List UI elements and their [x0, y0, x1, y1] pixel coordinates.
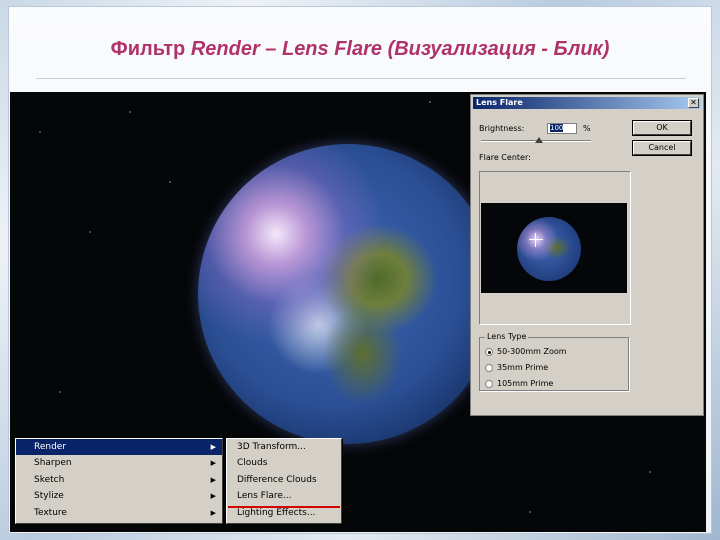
lens-type-label: Lens Type [485, 332, 529, 341]
brightness-input[interactable]: 100 [547, 123, 577, 134]
lens-option-35mm[interactable]: 35mm Prime [485, 363, 548, 372]
submenu-arrow-icon: ▶ [210, 492, 216, 501]
menu-item-stylize[interactable]: Stylize ▶ [16, 488, 222, 504]
menu-item-clouds[interactable]: Clouds [227, 455, 341, 471]
flare-center-label: Flare Center: [479, 153, 531, 162]
menu-item-sharpen[interactable]: Sharpen ▶ [16, 455, 222, 471]
lens-flare-highlight-underline [228, 506, 340, 508]
submenu-arrow-icon: ▶ [210, 459, 216, 468]
menu-item-label: Sketch [34, 474, 65, 485]
submenu-arrow-icon: ▶ [210, 443, 216, 451]
menu-item-lens-flare[interactable]: Lens Flare... [227, 488, 341, 504]
title-italic: Render – Lens Flare (Визуализация - Блик… [190, 38, 610, 60]
menu-item-label: Sharpen [34, 458, 72, 469]
brightness-label: Brightness: [479, 124, 525, 133]
menu-item-label: Texture [34, 507, 67, 518]
brightness-unit: % [583, 124, 591, 133]
page-title: Фильтр Render – Lens Flare (Визуализация… [0, 38, 720, 61]
cancel-button[interactable]: Cancel [633, 141, 691, 155]
submenu-arrow-icon: ▶ [210, 508, 216, 517]
lens-option-zoom[interactable]: 50-300mm Zoom [485, 347, 567, 356]
title-divider [36, 78, 686, 79]
lens-option-label: 35mm Prime [497, 363, 549, 372]
menu-item-3d-transform[interactable]: 3D Transform... [227, 439, 341, 455]
dialog-titlebar[interactable]: Lens Flare ✕ [473, 97, 701, 109]
earth-image [198, 144, 498, 444]
lens-flare-dialog: Lens Flare ✕ Brightness: 100 % Flare Cen… [470, 94, 704, 416]
radio-icon[interactable] [485, 379, 493, 388]
radio-selected-icon[interactable] [485, 347, 493, 356]
submenu-arrow-icon: ▶ [210, 475, 216, 484]
lens-option-label: 50-300mm Zoom [497, 347, 567, 356]
render-submenu: 3D Transform... Clouds Difference Clouds… [226, 438, 342, 524]
preview-earth-image [517, 217, 581, 281]
brightness-value: 100 [550, 124, 564, 132]
lens-option-105mm[interactable]: 105mm Prime [485, 379, 553, 388]
lens-option-label: 105mm Prime [497, 379, 554, 388]
menu-item-label: Render [34, 442, 67, 452]
menu-item-label: Stylize [34, 491, 64, 502]
menu-item-difference-clouds[interactable]: Difference Clouds [227, 472, 341, 488]
radio-icon[interactable] [485, 363, 493, 372]
brightness-slider-thumb[interactable] [535, 137, 543, 143]
close-icon[interactable]: ✕ [688, 98, 699, 108]
ok-button[interactable]: OK [633, 121, 691, 135]
menu-item-render[interactable]: Render ▶ [16, 439, 222, 456]
flare-preview[interactable] [481, 203, 627, 293]
title-prefix: Фильтр [110, 38, 191, 60]
dialog-title: Lens Flare [476, 98, 523, 107]
menu-item-texture[interactable]: Texture ▶ [16, 505, 222, 521]
flare-center-crosshair-icon[interactable] [529, 233, 543, 247]
filter-menu: Render ▶ Sharpen ▶ Sketch ▶ Stylize ▶ Textur… [15, 438, 223, 524]
menu-item-sketch[interactable]: Sketch ▶ [16, 472, 222, 488]
